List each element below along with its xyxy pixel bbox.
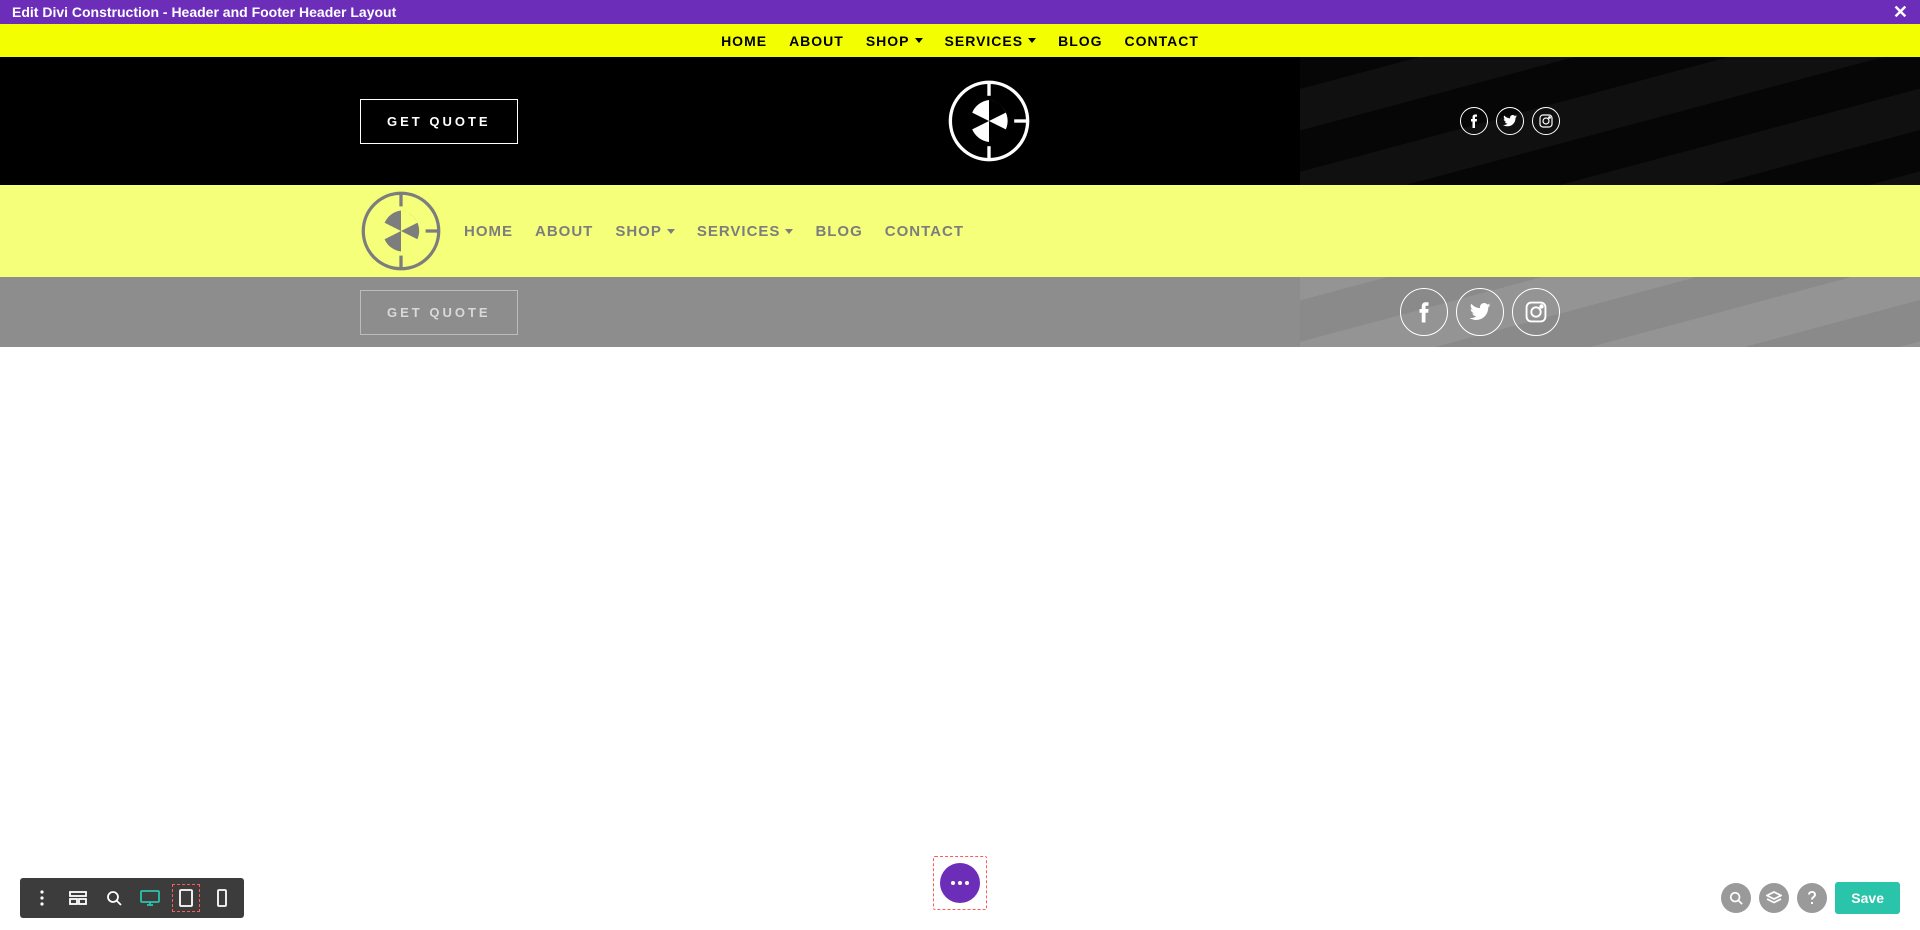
nav-secondary-blog[interactable]: BLOG <box>815 223 862 240</box>
nav-primary-services[interactable]: SERVICES <box>945 33 1037 49</box>
wireframe-icon[interactable] <box>60 880 96 916</box>
expand-menu-button[interactable] <box>940 863 980 903</box>
save-button[interactable]: Save <box>1835 882 1900 914</box>
instagram-icon[interactable] <box>1532 107 1560 135</box>
nav-primary-contact[interactable]: CONTACT <box>1125 33 1199 49</box>
twitter-icon[interactable] <box>1496 107 1524 135</box>
facebook-icon[interactable] <box>1400 288 1448 336</box>
logo-icon <box>947 79 1031 163</box>
nav-secondary-about[interactable]: ABOUT <box>535 223 593 240</box>
facebook-icon[interactable] <box>1460 107 1488 135</box>
twitter-icon[interactable] <box>1456 288 1504 336</box>
editor-bottom-bar: Save <box>0 878 1920 918</box>
chevron-down-icon <box>1028 38 1036 43</box>
layers-icon[interactable] <box>1759 883 1789 913</box>
menu-dots-icon[interactable] <box>24 880 60 916</box>
get-quote-button[interactable]: GET QUOTE <box>360 99 518 144</box>
nav-primary-blog[interactable]: BLOG <box>1058 33 1102 49</box>
instagram-icon[interactable] <box>1512 288 1560 336</box>
nav-primary-about[interactable]: ABOUT <box>789 33 844 49</box>
add-section-wrapper <box>933 856 987 910</box>
nav-primary-home[interactable]: HOME <box>721 33 767 49</box>
chevron-down-icon <box>785 229 793 234</box>
nav-secondary-contact[interactable]: CONTACT <box>885 223 964 240</box>
phone-view-icon[interactable] <box>204 880 240 916</box>
tablet-view-icon[interactable] <box>168 880 204 916</box>
hero-black: GET QUOTE <box>0 57 1920 185</box>
logo-grey-icon <box>360 190 442 272</box>
social-links-grey <box>1400 288 1560 336</box>
close-icon[interactable]: ✕ <box>1893 3 1908 21</box>
search-settings-icon[interactable] <box>1721 883 1751 913</box>
nav-primary: HOME ABOUT SHOP SERVICES BLOG CONTACT <box>0 24 1920 57</box>
editor-center-controls <box>933 856 987 910</box>
editor-view-controls <box>20 878 244 918</box>
strip-grey: GET QUOTE <box>0 277 1920 347</box>
desktop-view-icon[interactable] <box>132 880 168 916</box>
nav-secondary: HOME ABOUT SHOP SERVICES BLOG CONTACT <box>0 185 1920 277</box>
nav-primary-shop[interactable]: SHOP <box>866 33 923 49</box>
social-links-hero <box>1460 107 1560 135</box>
get-quote-button-grey[interactable]: GET QUOTE <box>360 290 518 335</box>
chevron-down-icon <box>667 229 675 234</box>
nav-secondary-services[interactable]: SERVICES <box>697 223 794 240</box>
editor-right-controls: Save <box>1721 882 1900 914</box>
editor-top-bar: Edit Divi Construction - Header and Foot… <box>0 0 1920 24</box>
zoom-icon[interactable] <box>96 880 132 916</box>
editor-title: Edit Divi Construction - Header and Foot… <box>12 4 396 20</box>
help-icon[interactable] <box>1797 883 1827 913</box>
nav-secondary-home[interactable]: HOME <box>464 223 513 240</box>
chevron-down-icon <box>915 38 923 43</box>
nav-secondary-shop[interactable]: SHOP <box>615 223 675 240</box>
